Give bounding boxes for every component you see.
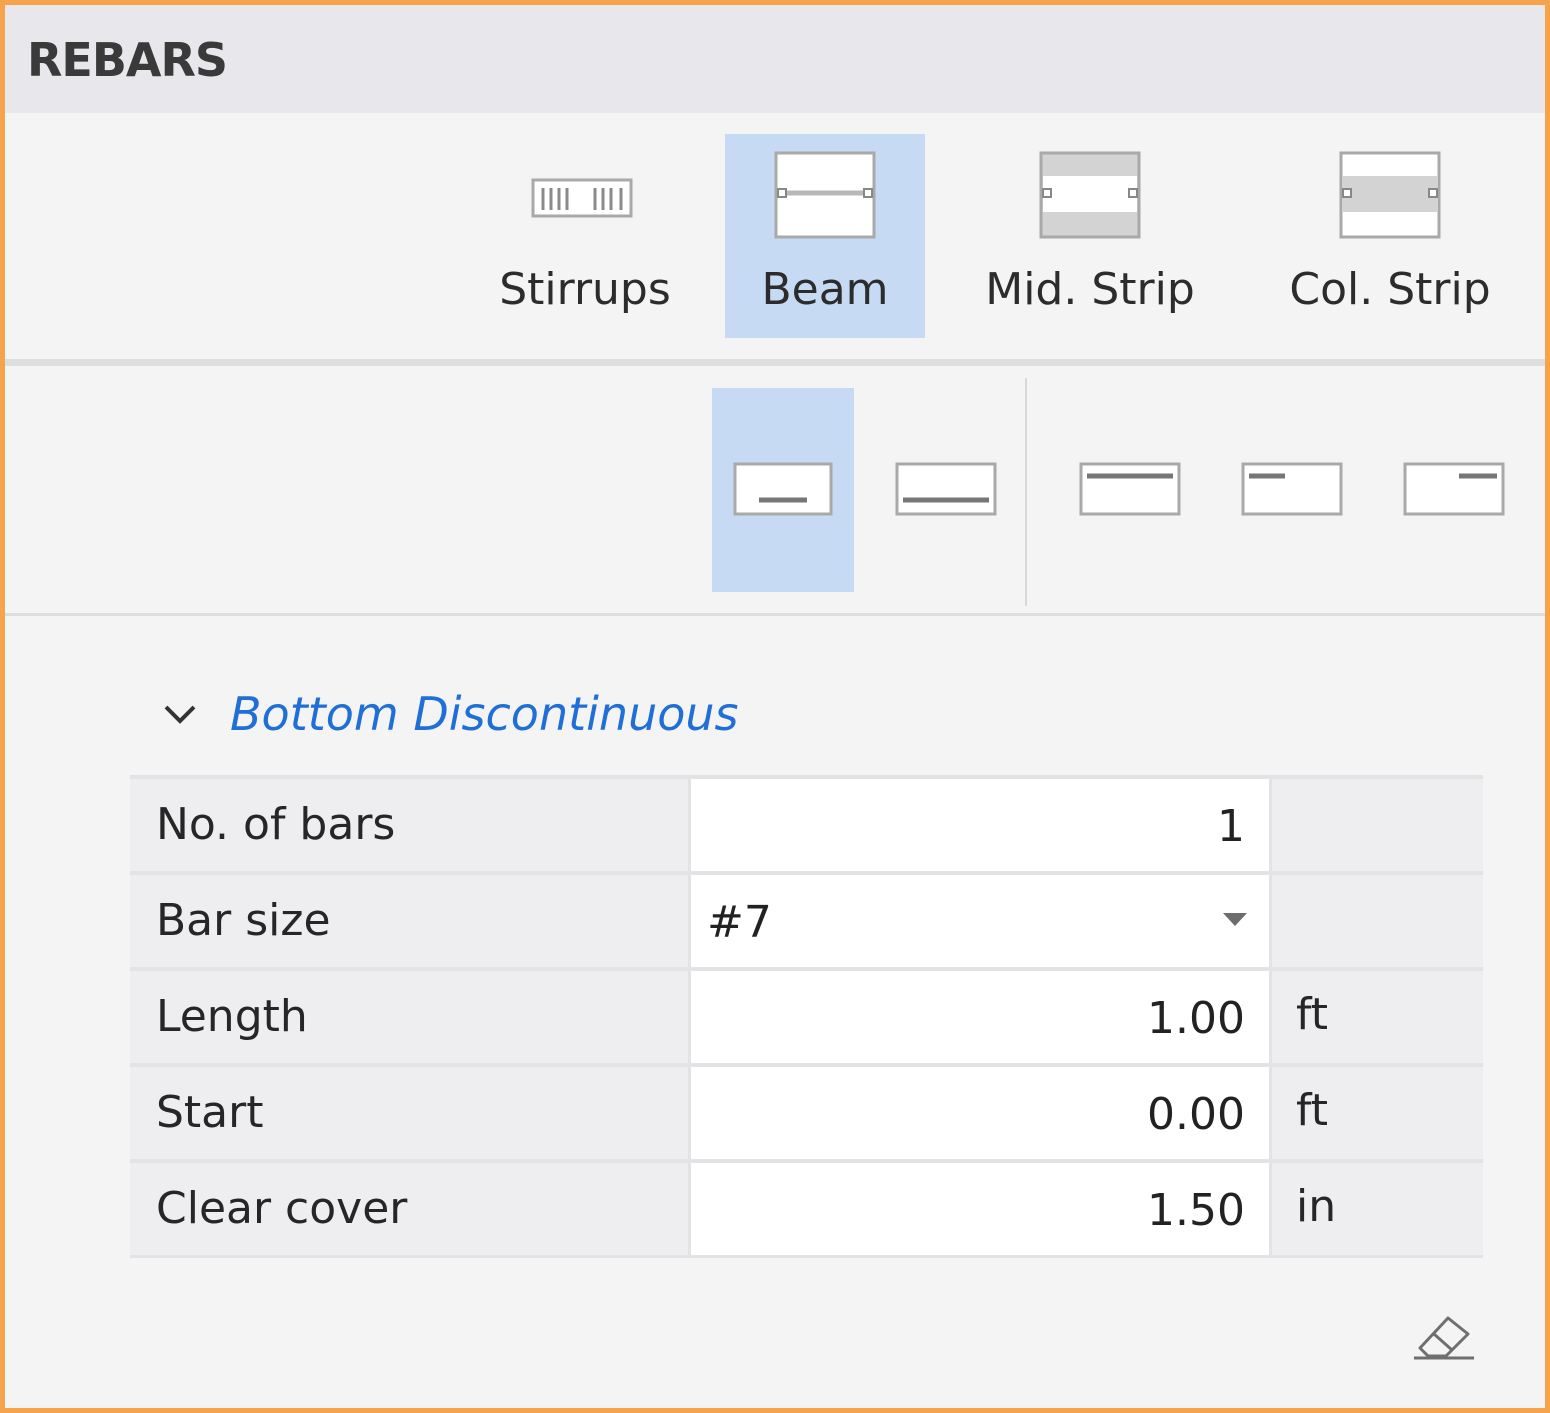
property-unit-cell: in [1272, 1163, 1483, 1255]
property-label-cell: No. of bars [130, 779, 688, 871]
property-value: 1.50 [1147, 1185, 1245, 1236]
top-left-button[interactable] [1227, 388, 1357, 592]
property-label: Clear cover [156, 1183, 408, 1234]
mid-strip-icon [1039, 151, 1141, 239]
divider [5, 613, 1545, 616]
tab-stirrups[interactable]: Stirrups [485, 134, 685, 338]
property-unit: ft [1296, 989, 1328, 1040]
property-unit-cell [1272, 875, 1483, 967]
top-right-icon [1403, 462, 1505, 516]
bottom-continuous-button[interactable] [875, 388, 1017, 592]
property-value: #7 [707, 897, 772, 948]
property-value: 1.00 [1147, 993, 1245, 1044]
table-row: Start 0.00 ft [130, 1067, 1483, 1163]
tab-stirrups-label: Stirrups [499, 264, 671, 315]
panel-title: REBARS [27, 33, 228, 87]
start-input[interactable]: 0.00 [691, 1067, 1269, 1159]
section-title[interactable]: Bottom Discontinuous [230, 687, 739, 741]
property-unit-cell: ft [1272, 1067, 1483, 1159]
no-of-bars-input[interactable]: 1 [691, 779, 1269, 871]
property-unit: in [1296, 1181, 1337, 1232]
vertical-divider [1025, 378, 1027, 606]
property-label-cell: Start [130, 1067, 688, 1159]
rebar-position-selector [5, 366, 1545, 616]
chevron-down-icon[interactable] [160, 695, 200, 735]
eraser-icon[interactable] [1410, 1310, 1476, 1362]
property-label-cell: Length [130, 971, 688, 1063]
panel-header: REBARS [5, 5, 1545, 113]
bottom-discontinuous-button[interactable] [712, 388, 854, 592]
top-right-button[interactable] [1389, 388, 1519, 592]
property-value: 0.00 [1147, 1089, 1245, 1140]
property-label-cell: Bar size [130, 875, 688, 967]
tab-beam[interactable]: Beam [725, 134, 925, 338]
bottom-discontinuous-icon [733, 462, 833, 516]
tab-mid-strip-label: Mid. Strip [985, 264, 1195, 315]
top-left-icon [1241, 462, 1343, 516]
stirrups-icon [531, 178, 633, 218]
property-label-cell: Clear cover [130, 1163, 688, 1255]
property-label: Bar size [156, 895, 331, 946]
property-label: Length [156, 991, 308, 1042]
divider [5, 359, 1545, 366]
property-unit: ft [1296, 1085, 1328, 1136]
tab-col-strip[interactable]: Col. Strip [1275, 134, 1505, 338]
top-continuous-icon [1079, 462, 1181, 516]
rebar-type-selector: Stirrups Beam Mid. Strip Col. Strip [5, 113, 1545, 363]
col-strip-icon [1339, 151, 1441, 239]
clear-cover-input[interactable]: 1.50 [691, 1163, 1269, 1255]
tab-beam-label: Beam [761, 264, 889, 315]
tab-mid-strip[interactable]: Mid. Strip [975, 134, 1205, 338]
property-unit-cell: ft [1272, 971, 1483, 1063]
rebars-panel: REBARS Stirrups Beam Mid. Strip Col. Str… [0, 0, 1550, 1413]
table-row: Clear cover 1.50 in [130, 1163, 1483, 1259]
bar-size-dropdown[interactable]: #7 [691, 875, 1269, 967]
top-continuous-button[interactable] [1065, 388, 1195, 592]
beam-icon [774, 151, 876, 239]
length-input[interactable]: 1.00 [691, 971, 1269, 1063]
property-label: Start [156, 1087, 264, 1138]
dropdown-arrow-icon[interactable] [1223, 913, 1247, 926]
property-unit-cell [1272, 779, 1483, 871]
table-row: Length 1.00 ft [130, 971, 1483, 1067]
bottom-continuous-icon [895, 462, 997, 516]
tab-col-strip-label: Col. Strip [1289, 264, 1491, 315]
property-label: No. of bars [156, 799, 396, 850]
table-row: No. of bars 1 [130, 779, 1483, 875]
table-row: Bar size #7 [130, 875, 1483, 971]
property-grid: No. of bars 1 Bar size #7 Length 1.00 ft… [130, 775, 1483, 1258]
property-value: 1 [1217, 801, 1245, 852]
